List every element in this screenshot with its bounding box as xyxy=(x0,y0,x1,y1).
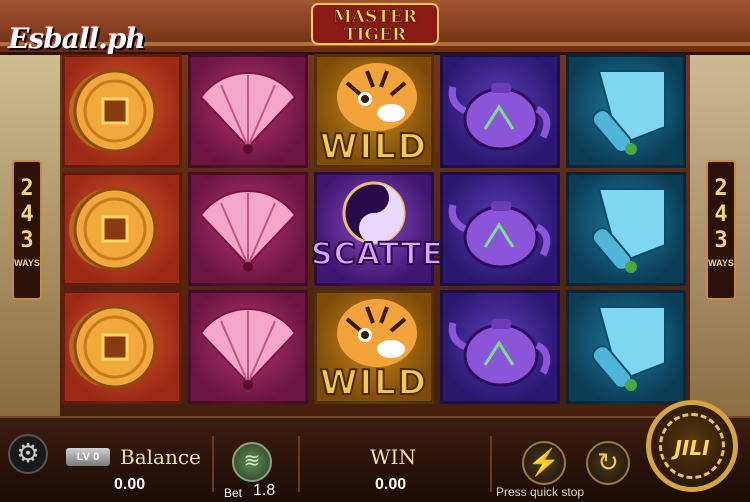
reel-cell xyxy=(566,172,686,286)
teapot-icon xyxy=(448,201,551,269)
ways-digit: 4 xyxy=(20,202,34,227)
balance-label: Balance xyxy=(120,445,201,469)
fan-icon xyxy=(199,189,297,272)
chip-stack-icon[interactable]: ≋ xyxy=(232,442,272,482)
fan-icon xyxy=(199,71,297,154)
ways-digit: 3 xyxy=(20,228,34,253)
game-logo: MASTER TIGER xyxy=(311,3,439,45)
reel-cell xyxy=(188,290,308,404)
reel-3: WILD SCATTER WILD xyxy=(310,52,468,406)
reel-5 xyxy=(564,52,688,406)
reel-4 xyxy=(438,52,562,406)
scroll-icon xyxy=(591,188,666,273)
ways-label: WAYS xyxy=(708,258,734,268)
gold-coin-icon xyxy=(69,187,157,271)
teapot-icon xyxy=(448,319,551,387)
reel-cell: SCATTER xyxy=(310,172,468,286)
ways-badge-left: 2 4 3 WAYS xyxy=(12,160,42,300)
lightning-icon[interactable]: ⚡ xyxy=(522,441,566,485)
teapot-icon xyxy=(448,83,551,151)
reel-grid: WILD SCATTER WILD xyxy=(60,52,690,406)
reel-cell: WILD xyxy=(314,290,434,404)
site-watermark: Esball.ph xyxy=(8,22,146,55)
reel-cell xyxy=(62,290,182,404)
quick-stop-hint: Press quick stop xyxy=(496,485,585,499)
win-label: WIN xyxy=(370,445,416,469)
reel-cell xyxy=(62,172,182,286)
divider xyxy=(212,436,214,492)
ways-label: WAYS xyxy=(14,258,40,268)
bet-label: Bet xyxy=(224,486,243,500)
divider xyxy=(298,436,300,492)
ways-badge-right: 2 4 3 WAYS xyxy=(706,160,736,300)
reel-cell xyxy=(440,172,560,286)
scroll-icon xyxy=(591,70,666,155)
scroll-icon xyxy=(591,306,666,391)
reel-cell: WILD xyxy=(314,54,434,168)
logo-line1: MASTER xyxy=(333,7,418,27)
level-badge: LV 0 xyxy=(66,448,110,466)
gold-coin-icon xyxy=(69,305,157,389)
win-value: 0.00 xyxy=(375,476,407,493)
ways-digit: 2 xyxy=(714,176,728,201)
gold-coin-icon xyxy=(69,69,157,153)
reel-cell xyxy=(62,54,182,168)
balance-value: 0.00 xyxy=(114,476,146,493)
divider xyxy=(490,436,492,492)
spin-button[interactable]: JILI xyxy=(646,400,738,492)
wild-label: WILD xyxy=(319,126,429,168)
fan-icon xyxy=(199,307,297,390)
wild-label: WILD xyxy=(319,362,429,404)
logo-line2: TIGER xyxy=(344,25,407,45)
autoplay-icon[interactable]: ↻ xyxy=(586,441,630,485)
reel-1 xyxy=(60,52,184,406)
spin-label: JILI xyxy=(674,436,710,460)
bet-value: 1.8 xyxy=(253,482,276,499)
scatter-label: SCATTER xyxy=(310,236,468,273)
reel-cell xyxy=(188,172,308,286)
reel-cell xyxy=(440,54,560,168)
gear-icon[interactable]: ⚙ xyxy=(8,434,48,474)
reel-cell xyxy=(188,54,308,168)
ways-digit: 3 xyxy=(714,228,728,253)
reel-cell xyxy=(566,54,686,168)
reel-cell xyxy=(566,290,686,404)
ways-digit: 2 xyxy=(20,176,34,201)
ways-digit: 4 xyxy=(714,202,728,227)
reel-2 xyxy=(186,52,310,406)
reel-cell xyxy=(440,290,560,404)
